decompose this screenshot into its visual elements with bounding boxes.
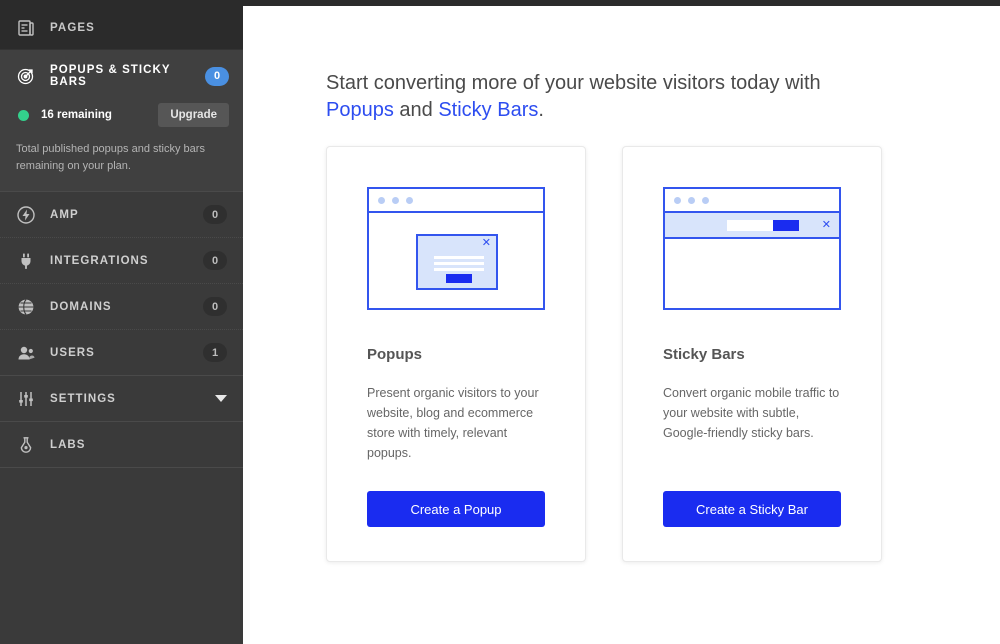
popups-card-title: Popups	[367, 346, 422, 363]
sticky-bars-link[interactable]: Sticky Bars	[438, 99, 538, 121]
close-icon: ✕	[821, 218, 831, 231]
headline-part2: and	[393, 99, 439, 121]
create-sticky-bar-button[interactable]: Create a Sticky Bar	[663, 491, 841, 527]
popup-modal-shape: ✕	[416, 234, 498, 290]
flask-icon	[16, 435, 36, 455]
stickybar-illustration: ✕	[663, 187, 841, 310]
plug-icon	[16, 251, 36, 271]
sticky-bar-button-shape	[773, 219, 799, 231]
sidebar-item-popups-stickybars[interactable]: POPUPS & STICKY BARS 0	[16, 64, 229, 88]
integrations-count-badge: 0	[203, 251, 227, 270]
sidebar-item-integrations[interactable]: INTEGRATIONS 0	[0, 238, 243, 284]
plan-note-text: Total published popups and sticky bars r…	[16, 143, 205, 172]
users-icon	[16, 343, 36, 363]
sidebar-item-labs[interactable]: LABS	[0, 422, 243, 468]
chevron-down-icon[interactable]	[215, 395, 227, 402]
window-dot-icon	[378, 196, 385, 204]
create-popup-button[interactable]: Create a Popup	[367, 491, 545, 527]
amp-count-badge: 0	[203, 205, 227, 224]
upgrade-button[interactable]: Upgrade	[158, 103, 229, 127]
domains-count-badge: 0	[203, 297, 227, 316]
headline-part1: Start converting more of your website vi…	[326, 72, 821, 94]
popup-button-shape	[446, 274, 472, 283]
popup-illustration: ✕	[367, 187, 545, 310]
page-title: Start converting more of your website vi…	[326, 70, 886, 124]
sticky-bars-card-title: Sticky Bars	[663, 346, 745, 363]
sticky-bar-shape: ✕	[665, 213, 839, 239]
sidebar-item-integrations-label: INTEGRATIONS	[50, 254, 149, 267]
target-icon	[16, 66, 36, 86]
sidebar-item-amp[interactable]: AMP 0	[0, 192, 243, 238]
bolt-icon	[16, 205, 36, 225]
status-dot-icon	[18, 109, 29, 121]
app-window: PAGES POPUPS & STICKY BARS 0 16 remainin…	[0, 0, 1000, 644]
sidebar-section-popups: POPUPS & STICKY BARS 0 16 remaining Upgr…	[0, 50, 243, 192]
sticky-bar-input-shape	[727, 219, 773, 231]
popups-card-description: Present organic visitors to your website…	[367, 386, 539, 460]
window-dot-icon	[674, 196, 681, 204]
sidebar-item-users-label: USERS	[50, 346, 95, 359]
window-dot-icon	[688, 196, 695, 204]
sticky-bars-card: ✕ Sticky Bars Convert organic mobile tra…	[622, 146, 882, 562]
sidebar-item-domains-label: DOMAINS	[50, 300, 112, 313]
sidebar-item-labs-label: LABS	[50, 438, 86, 451]
sidebar-item-pages-label: PAGES	[50, 21, 95, 34]
sidebar-item-settings[interactable]: SETTINGS	[0, 376, 243, 422]
popups-card: ✕ Popups Present organic visitors to you…	[326, 146, 586, 562]
browser-chrome	[369, 189, 543, 213]
popups-link[interactable]: Popups	[326, 99, 394, 121]
popups-count-badge: 0	[205, 66, 229, 86]
users-count-badge: 1	[203, 343, 227, 362]
browser-chrome	[665, 189, 839, 213]
sidebar-item-settings-label: SETTINGS	[50, 392, 116, 405]
sidebar-item-popups-label: POPUPS & STICKY BARS	[50, 64, 171, 88]
headline-part3: .	[538, 99, 544, 121]
window-dot-icon	[392, 196, 399, 204]
main-content: Start converting more of your website vi…	[243, 6, 1000, 644]
plan-remaining-row: 16 remaining Upgrade	[16, 103, 229, 127]
pages-icon	[16, 18, 36, 38]
plan-remaining-text: 16 remaining	[41, 109, 112, 121]
popup-text-lines	[434, 256, 484, 274]
sliders-icon	[16, 389, 36, 409]
globe-icon	[16, 297, 36, 317]
sidebar-item-amp-label: AMP	[50, 208, 79, 221]
window-dot-icon	[406, 196, 413, 204]
window-dot-icon	[702, 196, 709, 204]
sidebar-item-users[interactable]: USERS 1	[0, 330, 243, 376]
sticky-bars-card-description: Convert organic mobile traffic to your w…	[663, 386, 840, 440]
close-icon: ✕	[481, 237, 491, 249]
sidebar: PAGES POPUPS & STICKY BARS 0 16 remainin…	[0, 6, 243, 644]
sidebar-item-pages[interactable]: PAGES	[0, 6, 243, 50]
sidebar-item-domains[interactable]: DOMAINS 0	[0, 284, 243, 330]
product-cards: ✕ Popups Present organic visitors to you…	[326, 146, 882, 562]
